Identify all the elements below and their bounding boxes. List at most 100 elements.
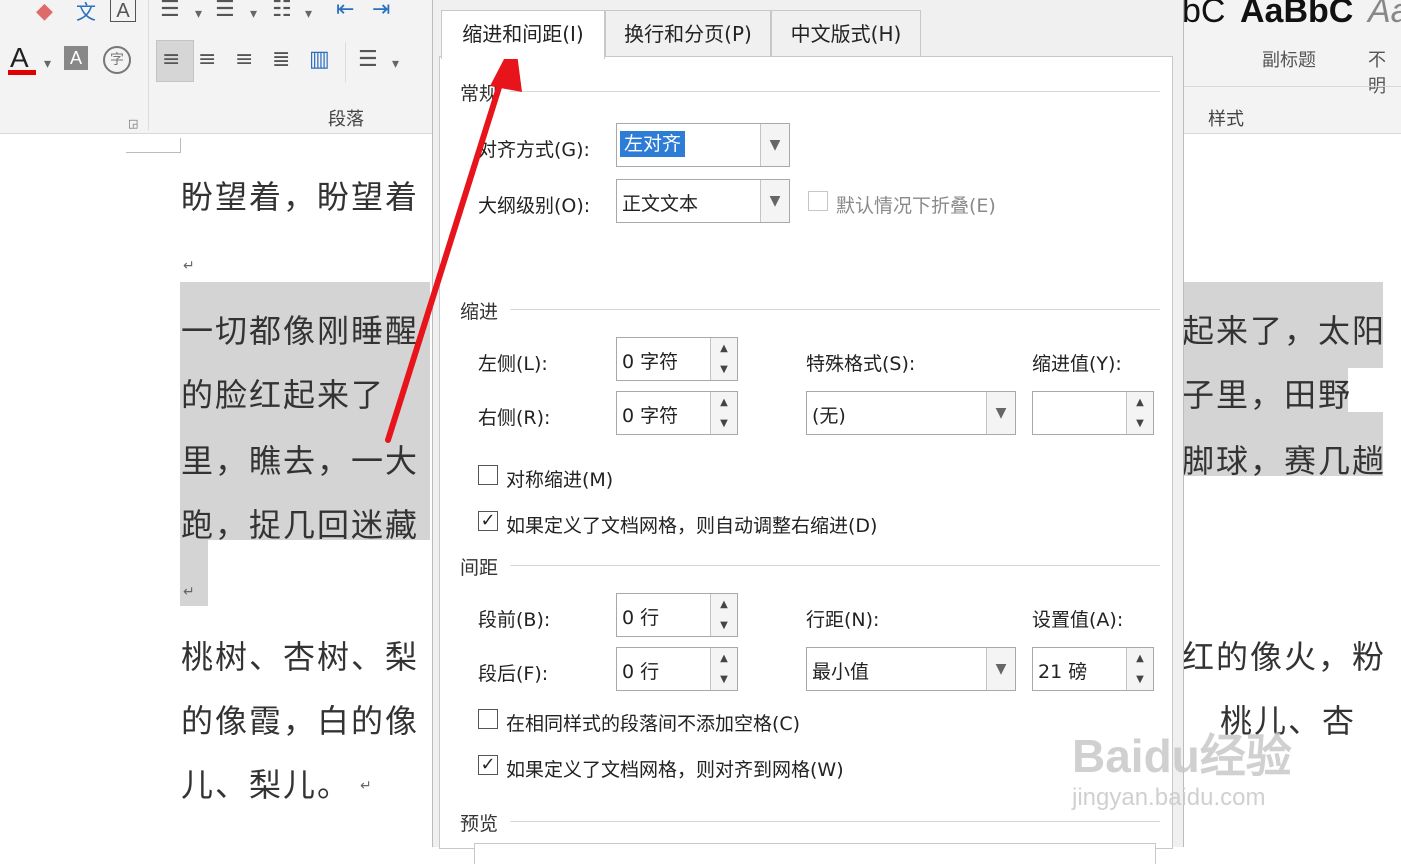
font-color-bar bbox=[8, 70, 36, 75]
style-sample-3[interactable]: Aa bbox=[1368, 0, 1401, 31]
divider bbox=[345, 42, 346, 82]
no-space-same-style-checkbox[interactable] bbox=[478, 709, 498, 729]
special-indent-value: (无) bbox=[812, 405, 846, 427]
chevron-down-icon[interactable]: ▾ bbox=[305, 2, 312, 26]
tab-line-and-page-breaks[interactable]: 换行和分页(P) bbox=[605, 10, 771, 57]
paragraph-mark: ↵ bbox=[183, 258, 195, 274]
chevron-down-icon[interactable]: ▼ bbox=[760, 180, 789, 222]
section-divider bbox=[510, 309, 1160, 310]
line-spacing-icon[interactable]: ☰ bbox=[358, 48, 378, 72]
align-right-icon[interactable]: ≡ bbox=[235, 48, 253, 72]
tab-indents-and-spacing[interactable]: 缩进和间距(I) bbox=[441, 10, 605, 59]
line-spacing-value: 最小值 bbox=[812, 661, 870, 683]
outline-level-label: 大纲级别(O): bbox=[478, 195, 591, 217]
doc-line[interactable]: 盼望着，盼望着 bbox=[181, 172, 419, 218]
spacing-before-label: 段前(B): bbox=[478, 609, 551, 631]
chevron-down-icon[interactable]: ▼ bbox=[986, 392, 1015, 434]
spin-up-icon[interactable]: ▲ bbox=[710, 392, 737, 414]
spin-down-icon[interactable]: ▼ bbox=[1126, 669, 1153, 690]
align-left-icon: ≡ bbox=[162, 47, 181, 72]
section-divider bbox=[510, 821, 1160, 822]
spin-down-icon[interactable]: ▼ bbox=[1126, 413, 1153, 434]
watermark-logo: Baidu经验 bbox=[1072, 730, 1292, 782]
spacing-at-value: 21 磅 bbox=[1038, 661, 1088, 683]
style-sample-subtitle[interactable]: AaBbC bbox=[1240, 0, 1353, 31]
doc-line[interactable]: 儿、梨儿。 bbox=[181, 760, 351, 806]
mirror-indents-label: 对称缩进(M) bbox=[506, 469, 614, 491]
spin-down-icon[interactable]: ▼ bbox=[710, 615, 737, 636]
outline-level-select[interactable]: 正文文本 ▼ bbox=[616, 179, 790, 223]
styles-group-label: 样式 bbox=[1208, 109, 1244, 130]
increase-indent-icon[interactable]: ⇥ bbox=[372, 0, 390, 22]
distributed-icon[interactable]: ▥ bbox=[309, 48, 330, 72]
alignment-select[interactable]: 左对齐 ▼ bbox=[616, 123, 790, 167]
indent-left-value: 0 字符 bbox=[622, 351, 679, 373]
numbering-icon[interactable]: ☰ bbox=[215, 0, 235, 22]
eraser-icon[interactable]: ◆ bbox=[36, 0, 53, 24]
auto-adjust-right-indent-checkbox[interactable]: ✓ bbox=[478, 511, 498, 531]
mirror-indents-checkbox[interactable] bbox=[478, 465, 498, 485]
decrease-indent-icon[interactable]: ⇤ bbox=[336, 0, 354, 22]
spin-down-icon[interactable]: ▼ bbox=[710, 669, 737, 690]
spin-up-icon[interactable]: ▲ bbox=[710, 648, 737, 670]
justify-icon[interactable]: ≣ bbox=[272, 48, 290, 72]
group-divider bbox=[148, 0, 149, 130]
doc-line[interactable]: 起来了，太阳 bbox=[1182, 306, 1386, 352]
doc-line[interactable]: 的像霞，白的像 bbox=[181, 696, 419, 742]
snap-to-grid-checkbox[interactable]: ✓ bbox=[478, 755, 498, 775]
indent-right-label: 右侧(R): bbox=[478, 407, 551, 429]
chevron-down-icon[interactable]: ▾ bbox=[44, 52, 51, 76]
auto-adjust-right-indent-label: 如果定义了文档网格，则自动调整右缩进(D) bbox=[506, 515, 878, 537]
spin-up-icon[interactable]: ▲ bbox=[1126, 648, 1153, 670]
doc-line[interactable]: 一切都像刚睡醒 bbox=[181, 306, 419, 352]
style-name-subtitle: 副标题 bbox=[1262, 50, 1316, 71]
character-border-icon[interactable]: A bbox=[110, 0, 136, 22]
section-divider bbox=[510, 91, 1160, 92]
doc-line[interactable]: 桃树、杏树、梨 bbox=[181, 632, 419, 678]
spin-up-icon[interactable]: ▲ bbox=[1126, 392, 1153, 414]
spacing-before-spinner[interactable]: 0 行 ▲ ▼ bbox=[616, 593, 738, 637]
indent-right-value: 0 字符 bbox=[622, 405, 679, 427]
font-dialog-launcher-icon[interactable]: ◲ bbox=[128, 112, 138, 136]
spacing-after-label: 段后(F): bbox=[478, 663, 549, 685]
special-indent-select[interactable]: (无) ▼ bbox=[806, 391, 1016, 435]
spin-down-icon[interactable]: ▼ bbox=[710, 413, 737, 434]
doc-line[interactable]: 子里，田野 bbox=[1182, 370, 1352, 416]
phonetic-guide-icon[interactable]: 文 bbox=[76, 0, 96, 24]
character-shading-icon[interactable]: A bbox=[64, 46, 88, 70]
section-title-spacing: 间距 bbox=[460, 557, 499, 579]
section-title-general: 常规 bbox=[460, 83, 499, 105]
chevron-down-icon[interactable]: ▼ bbox=[760, 124, 789, 166]
multilevel-list-icon[interactable]: ☷ bbox=[272, 0, 292, 22]
spin-up-icon[interactable]: ▲ bbox=[710, 594, 737, 616]
indent-right-spinner[interactable]: 0 字符 ▲ ▼ bbox=[616, 391, 738, 435]
chevron-down-icon[interactable]: ▾ bbox=[392, 52, 399, 76]
chevron-down-icon[interactable]: ▾ bbox=[250, 2, 257, 26]
chevron-down-icon[interactable]: ▾ bbox=[195, 2, 202, 26]
doc-line[interactable]: 跑，捉几回迷藏 bbox=[181, 500, 419, 546]
outline-level-value: 正文文本 bbox=[622, 193, 699, 215]
indent-left-spinner[interactable]: 0 字符 ▲ ▼ bbox=[616, 337, 738, 381]
bullets-icon[interactable]: ☰ bbox=[160, 0, 180, 22]
align-center-icon[interactable]: ≡ bbox=[198, 48, 216, 72]
spin-down-icon[interactable]: ▼ bbox=[710, 359, 737, 380]
style-sample-1[interactable]: bC bbox=[1182, 0, 1225, 31]
indent-by-spinner[interactable]: ▲ ▼ bbox=[1032, 391, 1154, 435]
chevron-down-icon[interactable]: ▼ bbox=[986, 648, 1015, 690]
section-divider bbox=[510, 565, 1160, 566]
doc-line[interactable]: 脚球，赛几趟 bbox=[1182, 436, 1386, 482]
doc-line[interactable]: 里，瞧去，一大 bbox=[181, 436, 419, 482]
enclose-characters-icon[interactable]: 字 bbox=[103, 46, 131, 74]
no-space-same-style-label: 在相同样式的段落间不添加空格(C) bbox=[506, 713, 801, 735]
spacing-after-spinner[interactable]: 0 行 ▲ ▼ bbox=[616, 647, 738, 691]
section-title-indentation: 缩进 bbox=[460, 301, 499, 323]
doc-line[interactable]: 的脸红起来了 bbox=[181, 370, 385, 416]
tab-asian-typography[interactable]: 中文版式(H) bbox=[771, 10, 921, 57]
margin-corner bbox=[126, 138, 181, 153]
spin-up-icon[interactable]: ▲ bbox=[710, 338, 737, 360]
spacing-at-spinner[interactable]: 21 磅 ▲ ▼ bbox=[1032, 647, 1154, 691]
doc-line[interactable]: 红的像火，粉 bbox=[1182, 632, 1386, 678]
collapse-checkbox[interactable] bbox=[808, 191, 828, 211]
line-spacing-select[interactable]: 最小值 ▼ bbox=[806, 647, 1016, 691]
snap-to-grid-label: 如果定义了文档网格，则对齐到网格(W) bbox=[506, 759, 844, 781]
